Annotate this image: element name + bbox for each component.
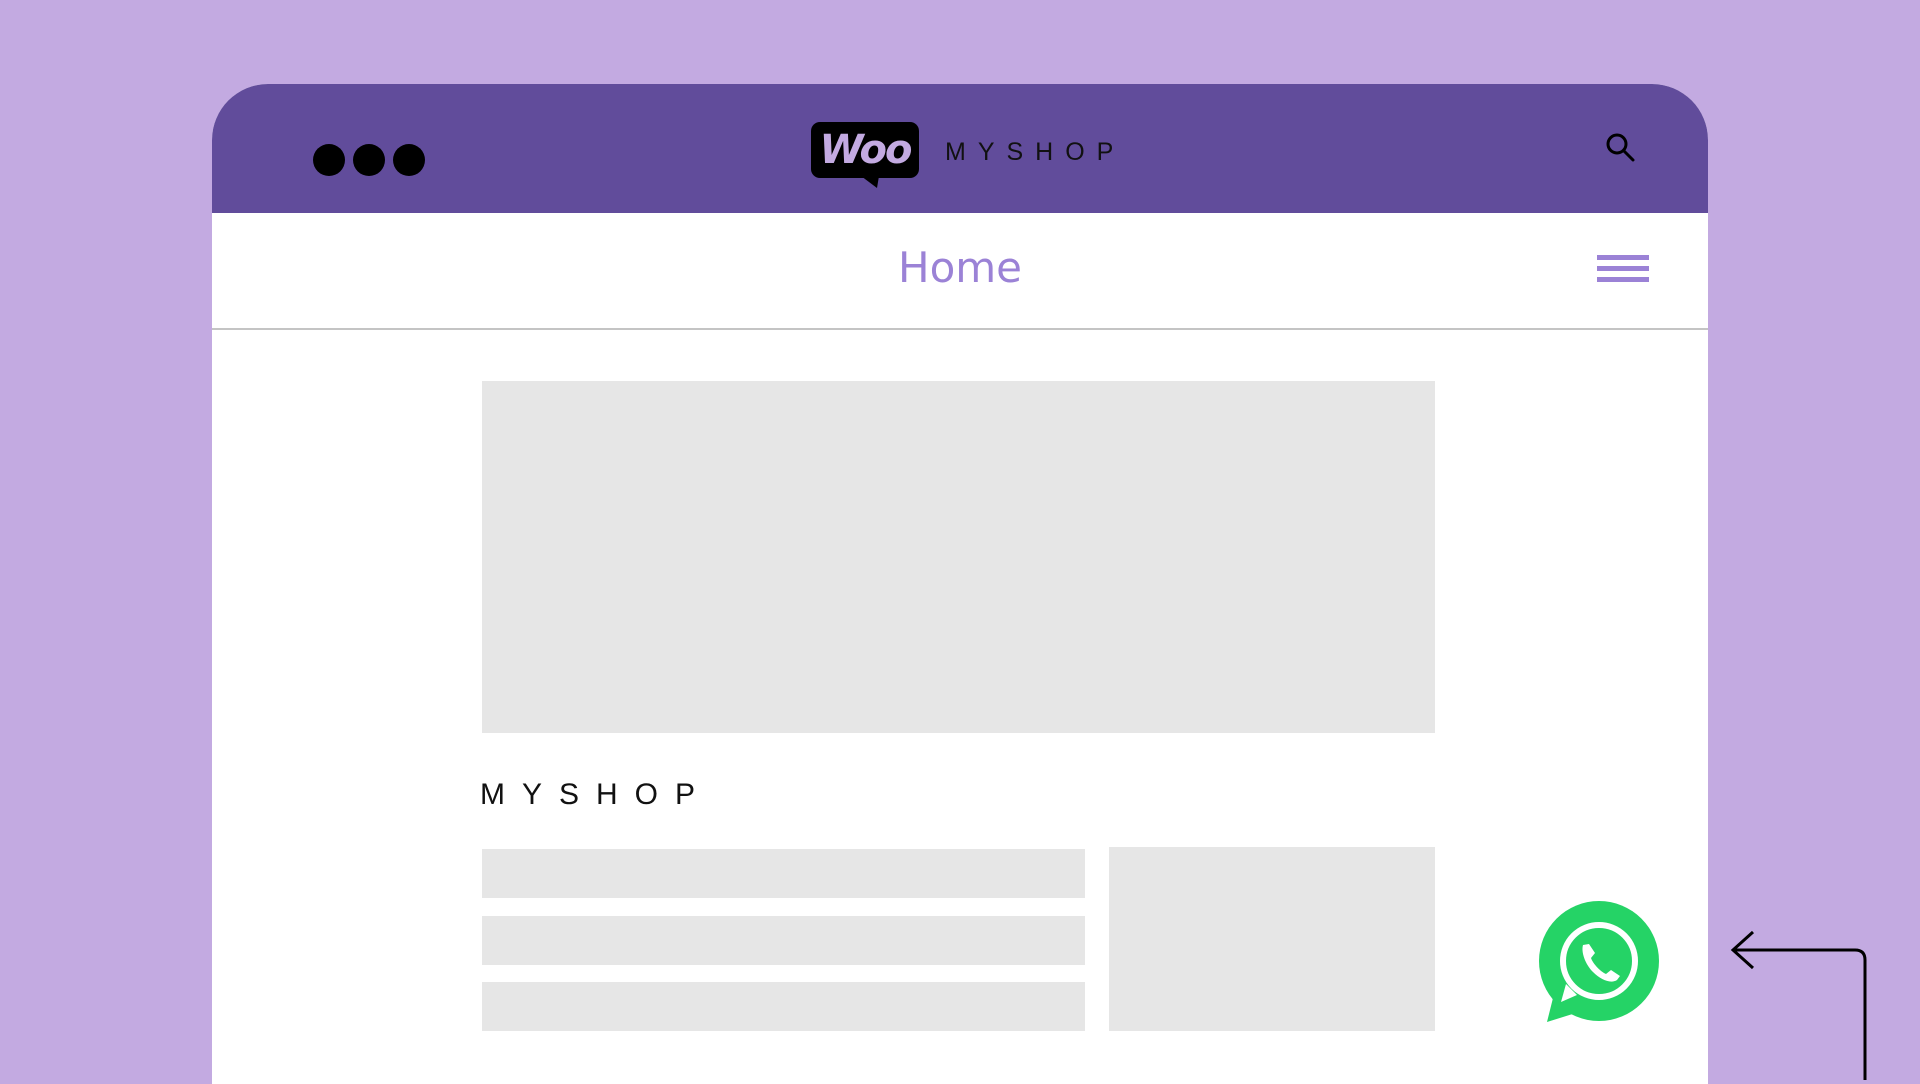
- menu-line: [1597, 266, 1649, 271]
- hero-image-placeholder: [482, 381, 1435, 733]
- window-dot: [393, 144, 425, 176]
- arrow-left-icon: [1730, 930, 1867, 1080]
- search-button[interactable]: [1603, 130, 1639, 166]
- browser-window: Woo MYSHOP Home MYSHOP: [212, 84, 1708, 1084]
- logo-brand-name: MYSHOP: [945, 137, 1126, 166]
- search-icon: [1606, 133, 1635, 162]
- browser-top-bar: Woo MYSHOP: [212, 84, 1708, 213]
- window-dot: [353, 144, 385, 176]
- hamburger-menu-button[interactable]: [1597, 255, 1649, 291]
- woo-logo-text: Woo: [819, 127, 913, 173]
- store-logo[interactable]: Woo MYSHOP: [811, 122, 1125, 188]
- text-line-placeholder: [482, 982, 1085, 1031]
- whatsapp-icon: [1539, 901, 1659, 1022]
- side-image-placeholder: [1109, 847, 1435, 1031]
- nav-bar: Home: [212, 213, 1708, 330]
- window-controls-icon: [313, 144, 425, 176]
- woo-logo-icon: Woo: [811, 122, 919, 188]
- menu-line: [1597, 255, 1649, 260]
- page-title[interactable]: Home: [212, 243, 1708, 292]
- text-line-placeholder: [482, 849, 1085, 898]
- text-line-placeholder: [482, 916, 1085, 965]
- window-dot: [313, 144, 345, 176]
- whatsapp-chat-button[interactable]: [1535, 900, 1661, 1026]
- shop-heading: MYSHOP: [480, 778, 713, 811]
- menu-line: [1597, 277, 1649, 282]
